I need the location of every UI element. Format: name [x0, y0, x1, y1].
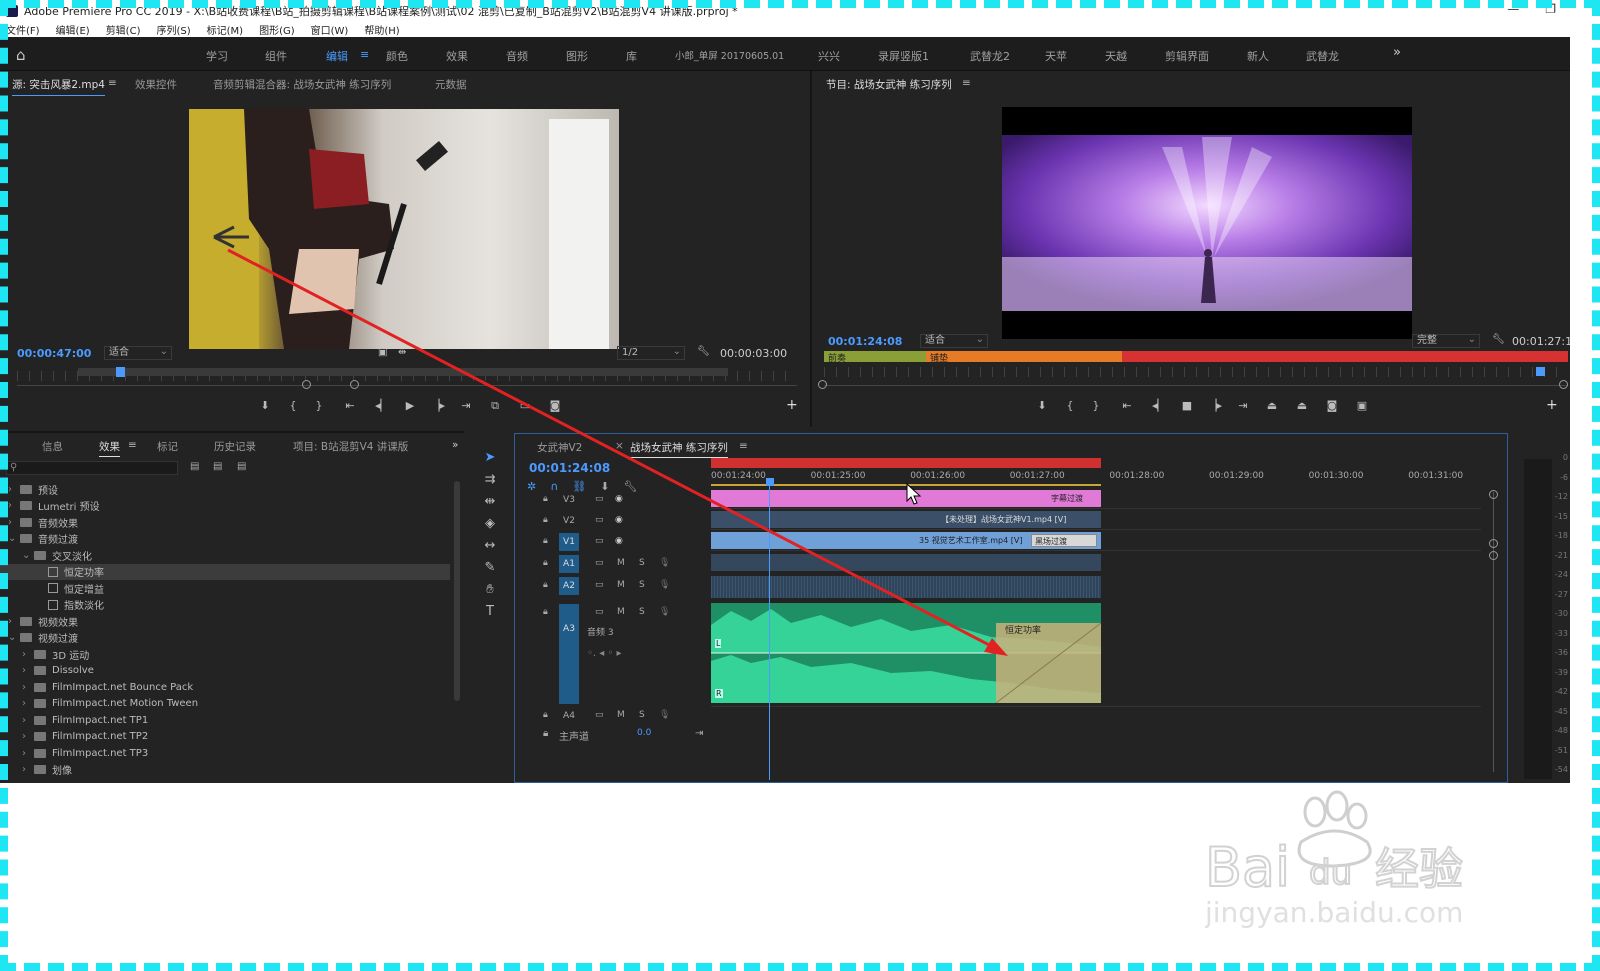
- annotation-arrow-icon: [227, 248, 1008, 656]
